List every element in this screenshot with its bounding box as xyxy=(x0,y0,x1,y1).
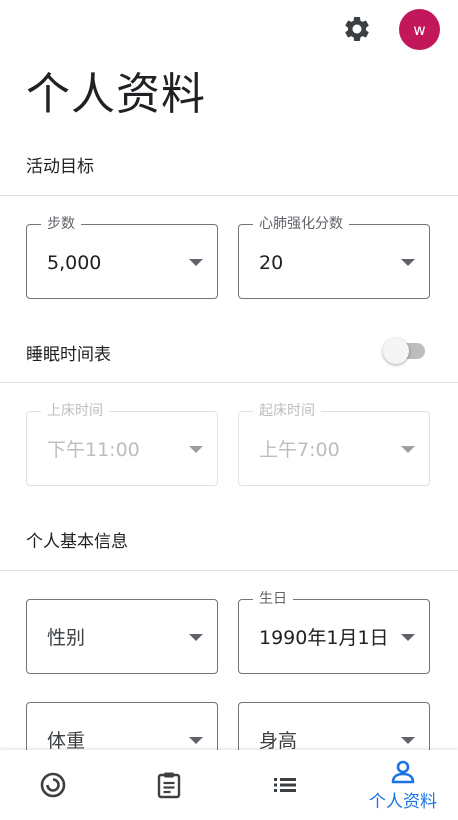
divider xyxy=(0,382,458,383)
heart-points-goal-value: 20 xyxy=(259,252,284,274)
dropdown-arrow-icon xyxy=(189,634,203,641)
divider xyxy=(0,570,458,571)
birthday-dropdown[interactable]: 生日 1990年1月1日 xyxy=(238,589,430,674)
divider xyxy=(0,195,458,196)
top-app-bar: w xyxy=(0,0,458,60)
birthday-value: 1990年1月1日 xyxy=(259,627,389,649)
steps-goal-dropdown[interactable]: 步数 5,000 xyxy=(26,214,218,299)
browse-list-icon xyxy=(274,778,296,792)
dropdown-arrow-icon xyxy=(189,737,203,744)
section-title-personal-info: 个人基本信息 xyxy=(26,532,128,552)
gender-dropdown[interactable]: 性别 xyxy=(26,599,218,674)
bedtime-label: 上床时间 xyxy=(41,401,109,421)
settings-button[interactable] xyxy=(342,14,372,44)
wake-time-label: 起床时间 xyxy=(253,401,321,421)
dropdown-arrow-icon xyxy=(401,634,415,641)
toggle-thumb xyxy=(383,338,409,364)
profile-person-icon xyxy=(391,760,415,783)
nav-item-profile-label: 个人资料 xyxy=(369,791,437,812)
gender-placeholder: 性别 xyxy=(47,627,86,649)
nav-item-browse[interactable] xyxy=(232,750,338,820)
wake-time-dropdown: 起床时间 上午7:00 xyxy=(238,401,430,486)
dropdown-arrow-icon xyxy=(189,446,203,453)
section-title-sleep-schedule: 睡眠时间表 xyxy=(26,345,111,365)
home-ring-icon xyxy=(40,772,66,798)
birthday-label: 生日 xyxy=(253,589,293,609)
gear-icon xyxy=(345,16,369,41)
dropdown-arrow-icon xyxy=(401,259,415,266)
bottom-navigation: 个人资料 xyxy=(0,750,458,820)
journal-clipboard-icon xyxy=(157,772,181,799)
section-title-activity-goals: 活动目标 xyxy=(26,157,94,177)
heart-points-goal-dropdown[interactable]: 心肺强化分数 20 xyxy=(238,214,430,299)
nav-item-home[interactable] xyxy=(0,750,106,820)
bedtime-dropdown: 上床时间 下午11:00 xyxy=(26,401,218,486)
account-avatar[interactable]: w xyxy=(399,9,440,50)
bedtime-value: 下午11:00 xyxy=(47,439,140,461)
steps-goal-label: 步数 xyxy=(41,214,81,234)
dropdown-arrow-icon xyxy=(189,259,203,266)
avatar-letter: w xyxy=(413,20,426,39)
sleep-schedule-toggle[interactable] xyxy=(383,338,427,364)
dropdown-arrow-icon xyxy=(401,737,415,744)
page-title: 个人资料 xyxy=(26,69,206,120)
nav-item-profile[interactable]: 个人资料 xyxy=(348,750,458,820)
wake-time-value: 上午7:00 xyxy=(259,439,340,461)
nav-item-journal[interactable] xyxy=(116,750,222,820)
dropdown-arrow-icon xyxy=(401,446,415,453)
steps-goal-value: 5,000 xyxy=(47,252,102,274)
heart-points-goal-label: 心肺强化分数 xyxy=(253,214,349,234)
